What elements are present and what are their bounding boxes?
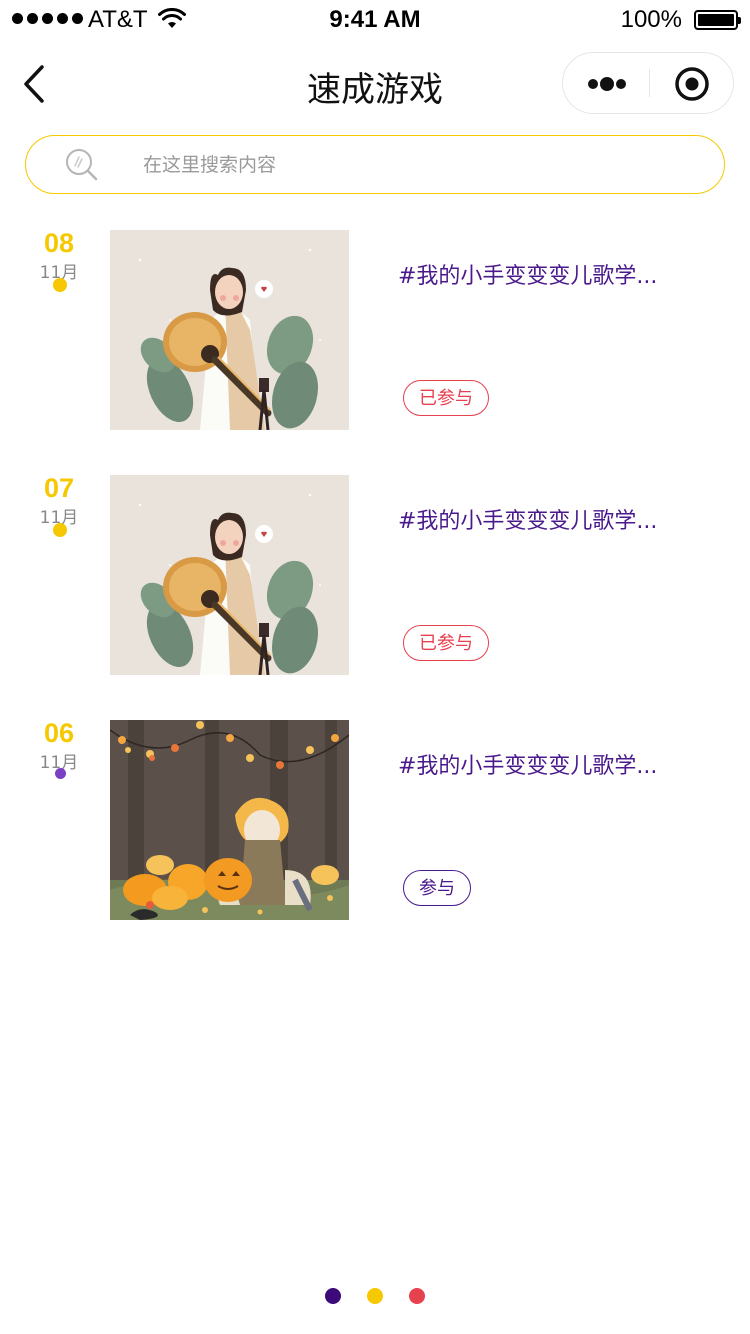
- mini-program-capsule: [562, 52, 734, 114]
- more-button[interactable]: [563, 53, 649, 113]
- joined-button[interactable]: 已参与: [403, 380, 489, 416]
- search-icon: [66, 149, 98, 181]
- search-bar[interactable]: [25, 135, 725, 194]
- girl-with-guitar-illustration: [110, 230, 349, 430]
- page-dot[interactable]: [367, 1288, 383, 1304]
- chevron-left-icon: [24, 65, 44, 103]
- item-thumbnail[interactable]: [110, 230, 349, 430]
- list-item: 08 11月 #我的小手变变变儿歌学... 已参与: [0, 228, 750, 440]
- battery-icon: [694, 10, 741, 30]
- item-title[interactable]: #我的小手变变变儿歌学...: [398, 503, 688, 535]
- close-button[interactable]: [650, 53, 734, 113]
- more-dots-icon: [588, 77, 626, 91]
- date-dot: [53, 523, 67, 537]
- date-dot: [53, 278, 67, 292]
- girl-with-guitar-illustration: [110, 475, 349, 675]
- back-button[interactable]: [18, 62, 58, 106]
- page-dot[interactable]: [409, 1288, 425, 1304]
- battery-percentage: 100%: [620, 6, 682, 33]
- item-title[interactable]: #我的小手变变变儿歌学...: [398, 258, 688, 290]
- date-dot: [55, 768, 66, 779]
- page-indicator: [0, 1288, 750, 1306]
- item-thumbnail[interactable]: [110, 720, 349, 920]
- search-input[interactable]: [141, 146, 685, 184]
- list-item: 06 11月 #我的小手变变变儿歌学... 参与: [0, 718, 750, 930]
- joined-button[interactable]: 已参与: [403, 625, 489, 661]
- date-day: 08: [43, 228, 75, 258]
- status-bar: AT&T 9:41 AM 100%: [0, 0, 750, 40]
- date-day: 07: [43, 473, 75, 503]
- item-thumbnail[interactable]: [110, 475, 349, 675]
- item-title[interactable]: #我的小手变变变儿歌学...: [398, 748, 688, 780]
- list-item: 07 11月 #我的小手变变变儿歌学... 已参与: [0, 473, 750, 685]
- pumpkin-forest-illustration: [110, 720, 349, 920]
- page-dot[interactable]: [325, 1288, 341, 1304]
- target-icon: [675, 67, 709, 101]
- join-button[interactable]: 参与: [403, 870, 471, 906]
- date-day: 06: [43, 718, 75, 748]
